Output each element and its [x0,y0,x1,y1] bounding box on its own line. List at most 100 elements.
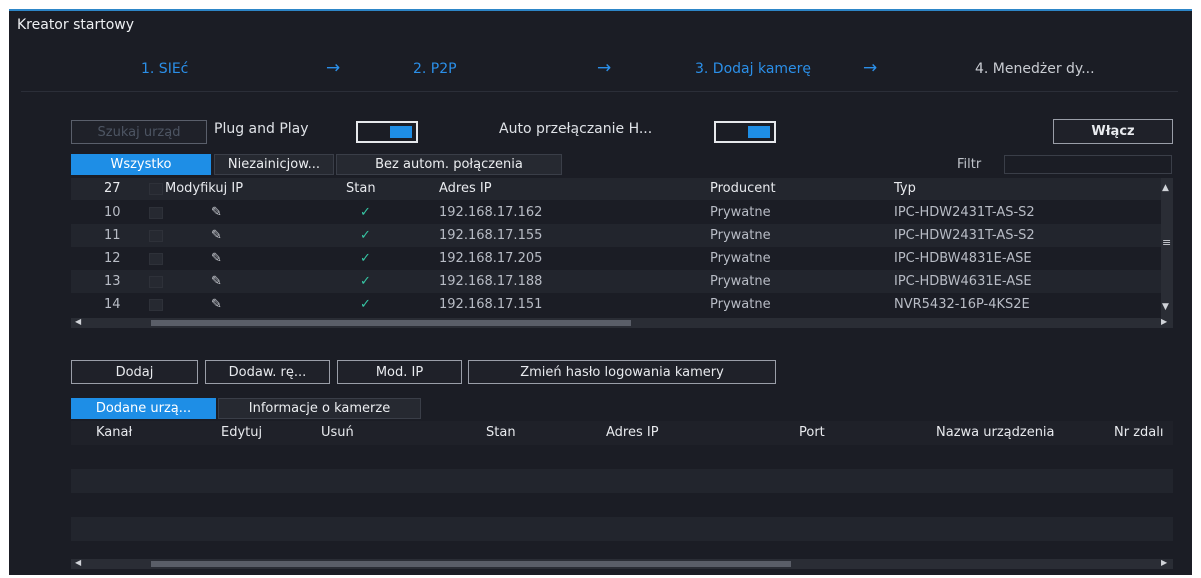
col-vendor: Producent [710,181,776,196]
status-ok-icon: ✓ [360,228,371,243]
row-number: 13 [104,274,121,289]
status-ok-icon: ✓ [360,251,371,266]
select-all-checkbox[interactable] [149,183,163,195]
vendor: Prywatne [710,297,771,312]
row-checkbox[interactable] [149,207,163,219]
row-number: 10 [104,205,121,220]
col-delete: Usuń [321,425,354,440]
tab-camera-info[interactable]: Informacje o kamerze [218,398,421,419]
search-devices-button[interactable]: Szukaj urząd [71,120,207,144]
scroll-down-icon[interactable]: ▼ [1162,302,1169,312]
col-device-name: Nazwa urządzenia [936,425,1055,440]
col-modify-ip: Modyfikuj IP [165,181,244,196]
scroll-thumb-grip-icon[interactable]: ≡ [1162,236,1171,249]
col-channel: Kanał [96,425,133,440]
device-table-vscrollbar[interactable]: ▲ ≡ ▼ [1161,178,1173,318]
plug-and-play-label: Plug and Play [214,121,309,137]
toggle-knob [748,126,770,138]
vendor: Prywatne [710,205,771,220]
startup-wizard-window: Kreator startowy 1. SIEć → 2. P2P → 3. D… [9,9,1192,575]
empty-row [71,517,1173,541]
step-add-camera[interactable]: 3. Dodaj kamerę [695,61,811,77]
device-type: IPC-HDW2431T-AS-S2 [894,228,1035,243]
ip-address: 192.168.17.205 [439,251,543,266]
window-title: Kreator startowy [17,17,134,33]
edit-pencil-icon[interactable]: ✎ [211,274,222,289]
row-checkbox[interactable] [149,230,163,242]
col-type: Typ [894,181,916,196]
auto-switch-toggle[interactable] [714,121,776,143]
enable-button[interactable]: Włącz [1053,119,1173,144]
tab-added-devices[interactable]: Dodane urzą... [71,398,216,419]
device-type: IPC-HDBW4831E-ASE [894,251,1032,266]
table-row[interactable]: 12 ✎ ✓ 192.168.17.205 Prywatne IPC-HDBW4… [71,247,1173,270]
device-type: NVR5432-16P-4KS2E [894,297,1030,312]
ip-address: 192.168.17.155 [439,228,543,243]
tab-all[interactable]: Wszystko [71,154,211,175]
scroll-thumb[interactable] [151,320,631,326]
scroll-left-icon[interactable]: ◀ [75,317,81,326]
device-table-header: 27 Modyfikuj IP Stan Adres IP Producent … [71,178,1173,200]
edit-pencil-icon[interactable]: ✎ [211,297,222,312]
toggle-knob [390,126,412,138]
col-remote-no: Nr zdalı [1114,425,1164,440]
col-ip: Adres IP [439,181,492,196]
step-device-manager[interactable]: 4. Menedżer dy... [975,61,1095,77]
row-number: 14 [104,297,121,312]
filter-label: Filtr [957,157,982,172]
device-type: IPC-HDW2431T-AS-S2 [894,205,1035,220]
edit-pencil-icon[interactable]: ✎ [211,228,222,243]
device-type: IPC-HDBW4631E-ASE [894,274,1032,289]
auto-switch-label: Auto przełączanie H... [499,121,653,137]
status-ok-icon: ✓ [360,297,371,312]
vendor: Prywatne [710,228,771,243]
empty-row [71,541,1173,557]
step-network[interactable]: 1. SIEć [141,61,188,77]
manual-add-button[interactable]: Dodaw. rę... [205,360,330,384]
scroll-right-icon[interactable]: ▶ [1161,558,1167,567]
modify-ip-button[interactable]: Mod. IP [337,360,462,384]
empty-row [71,445,1173,469]
table-row[interactable]: 11 ✎ ✓ 192.168.17.155 Prywatne IPC-HDW24… [71,224,1173,247]
vendor: Prywatne [710,251,771,266]
step-arrow-icon: → [863,58,878,78]
plug-and-play-toggle[interactable] [356,121,418,143]
tab-no-auto-connect[interactable]: Bez autom. połączenia [336,154,562,175]
edit-pencil-icon[interactable]: ✎ [211,251,222,266]
row-number: 12 [104,251,121,266]
table-row[interactable]: 10 ✎ ✓ 192.168.17.162 Prywatne IPC-HDW24… [71,201,1173,224]
table-row[interactable]: 13 ✎ ✓ 192.168.17.188 Prywatne IPC-HDBW4… [71,270,1173,293]
col-edit: Edytuj [221,425,263,440]
added-table-hscrollbar[interactable]: ◀ ▶ [71,558,1173,569]
row-checkbox[interactable] [149,276,163,288]
filter-input[interactable] [1004,155,1172,174]
row-checkbox[interactable] [149,299,163,311]
ip-address: 192.168.17.162 [439,205,543,220]
col-added-ip: Adres IP [606,425,659,440]
step-arrow-icon: → [597,58,612,78]
table-row[interactable]: 14 ✎ ✓ 192.168.17.151 Prywatne NVR5432-1… [71,293,1173,316]
row-checkbox[interactable] [149,253,163,265]
scroll-thumb[interactable] [151,561,791,567]
status-ok-icon: ✓ [360,205,371,220]
change-camera-password-button[interactable]: Zmień hasło logowania kamery [468,360,776,384]
empty-row [71,493,1173,517]
col-status: Stan [346,181,376,196]
empty-row [71,469,1173,493]
ip-address: 192.168.17.188 [439,274,543,289]
col-port: Port [799,425,825,440]
status-ok-icon: ✓ [360,274,371,289]
step-p2p[interactable]: 2. P2P [413,61,457,77]
col-added-status: Stan [486,425,516,440]
added-table-header: Kanał Edytuj Usuń Stan Adres IP Port Naz… [71,421,1173,445]
tab-uninitialized[interactable]: Niezainicjow... [214,154,334,175]
steps-divider [21,91,1178,92]
scroll-left-icon[interactable]: ◀ [75,558,81,567]
device-table-hscrollbar[interactable]: ◀ ▶ [71,317,1173,328]
step-arrow-icon: → [326,58,341,78]
scroll-up-icon[interactable]: ▲ [1162,183,1169,193]
scroll-right-icon[interactable]: ▶ [1161,317,1167,326]
add-button[interactable]: Dodaj [71,360,198,384]
ip-address: 192.168.17.151 [439,297,543,312]
edit-pencil-icon[interactable]: ✎ [211,205,222,220]
